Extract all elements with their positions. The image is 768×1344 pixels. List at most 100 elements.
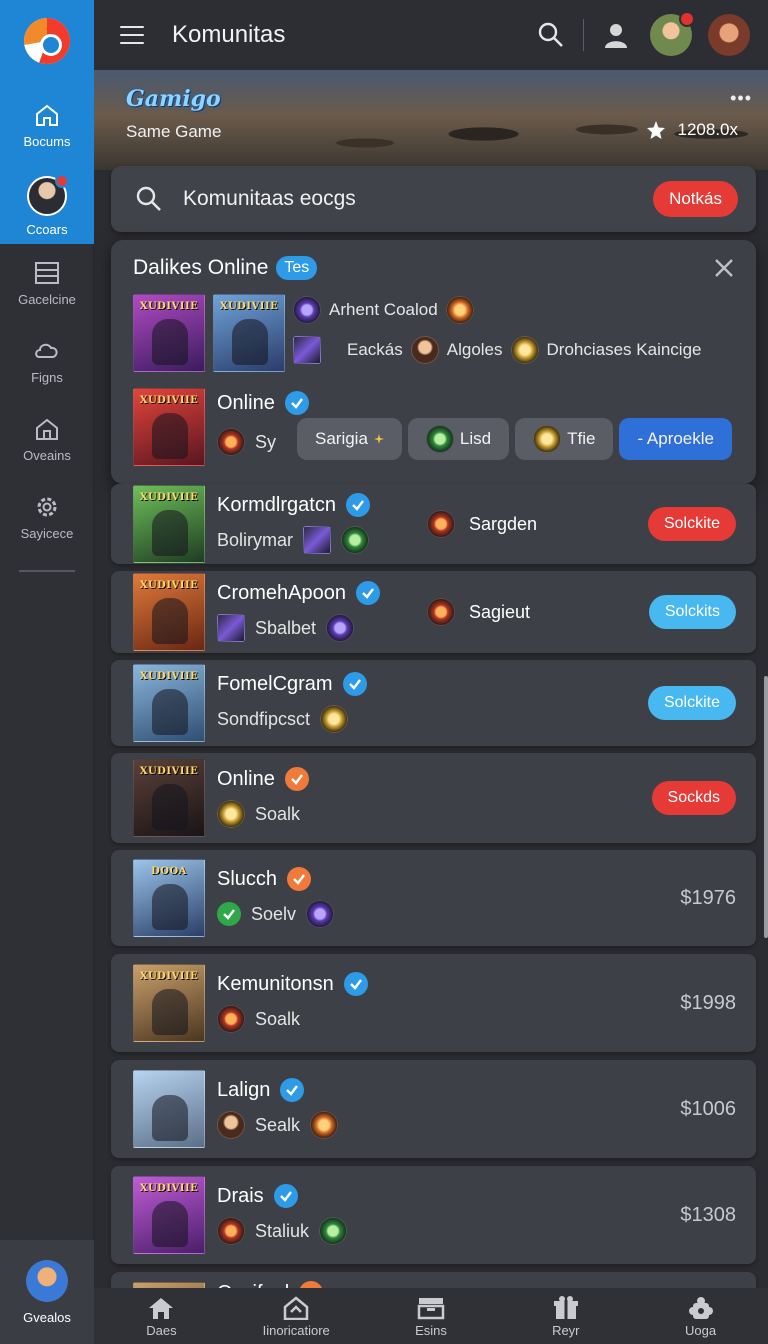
sidebar-item-oveains[interactable]: Oveains [0,400,94,478]
search-input[interactable]: Komunitaas eocgs [183,187,356,211]
sidebar-item-gacelcine[interactable]: Gacelcine [0,244,94,322]
list-item-price: $1976 [680,886,736,909]
game-icon [293,336,321,364]
game-icon [306,900,335,928]
nav-games[interactable]: Uoga [633,1288,768,1344]
nav-gifts[interactable]: Reyr [498,1288,633,1344]
popup-thumbnails: XUDIVIIE XUDIVIIE [133,294,285,372]
game-banner[interactable]: Gamigo Same Game ••• 1208.0x [94,70,768,170]
close-icon[interactable] [714,258,734,278]
sidebar-item-settings[interactable]: Sayicece [0,478,94,556]
avatar[interactable] [650,11,695,56]
menu-icon[interactable] [120,26,144,44]
list-item-name-row: Drais [217,1181,347,1211]
chip-icon [533,425,562,453]
popup-featured: XUDIVIIE Online Sy [133,388,309,466]
game-icon [217,1111,245,1139]
list-item[interactable]: XUDIVIIE Drais Staliuk $1308 [111,1166,756,1264]
search-button[interactable] [531,15,571,55]
search-icon [538,22,563,47]
chip-sarigia[interactable]: Sarigia [297,418,402,460]
nav-inbox[interactable]: Esins [364,1288,499,1344]
list-item-action-button[interactable]: Solckite [647,686,736,720]
list-item-sub-row: Staliuk [217,1213,348,1249]
list-item-name-row: Slucch [217,864,334,894]
featured-name: Online [217,391,275,414]
chip-label: Tfie [567,429,596,448]
featured-title: Online [217,388,309,418]
list-item[interactable]: Lalign Sealk $1006 [111,1060,756,1158]
sidebar-item-profile[interactable]: Ccoars [0,168,94,244]
chip-tfie[interactable]: Tfie [515,418,614,460]
game-thumbnail[interactable]: XUDIVIIE [133,294,205,372]
game-icon [410,336,439,364]
verified-icon [284,767,309,791]
list-item-name: Kemunitonsn [217,972,334,995]
game-icon [310,1111,339,1139]
verified-icon [343,972,368,996]
sidebar-account-label: Gvealos [23,1309,71,1325]
star-icon [646,121,665,139]
chip-icon [425,425,454,453]
sidebar-item-label: Oveains [23,447,71,463]
list-item-player-name: Sargden [469,513,538,534]
list-item[interactable]: XUDIVIIE CromehApoon Sbalbet Sagieut Sol… [111,571,756,653]
page-title: Komunitas [172,21,286,48]
verified-icon [287,867,312,891]
list-item-sub-row: Sealk [217,1107,339,1143]
avatar[interactable] [708,14,750,56]
list-item-price: $1308 [680,1203,736,1226]
game-thumbnail[interactable]: XUDIVIIE [213,294,285,372]
list-item[interactable]: XUDIVIIE Online Soalk Sockds [111,753,756,843]
nav-notifications[interactable]: Iinoricatiore [229,1288,364,1344]
list-item-action-button[interactable]: Solckits [648,595,736,629]
add-friend-button[interactable] [596,15,636,55]
popup-title: Dalikes Online Tes [133,256,318,280]
list-item-sub: Soalk [255,1008,301,1029]
nav-label: Iinoricatiore [262,1322,330,1338]
verified-icon [280,1078,305,1102]
search-bar[interactable]: Komunitaas eocgs Notkás [111,166,756,232]
list-item-action-button[interactable]: Sockds [651,781,736,815]
list-icon [33,260,61,286]
list-item[interactable]: DOOA Slucch Soelv $1976 [111,850,756,946]
nav-label: Daes [146,1322,177,1338]
verified-icon [284,391,309,415]
list-item[interactable]: XUDIVIIE Kemunitonsn Soalk $1998 [111,954,756,1052]
nav-home[interactable]: Daes [94,1288,229,1344]
chip-label: - Aproekle [637,429,714,448]
toolbar-divider [583,19,584,51]
sidebar-item-figns[interactable]: Figns [0,322,94,400]
app-logo[interactable] [0,0,94,82]
list-item[interactable]: XUDIVIIE Kormdlrgatcn Bolirymar Sargden … [111,484,756,564]
popup-chips: Sarigia Lisd Tfie - Aproekle [297,418,732,460]
game-icon [217,614,245,642]
more-options-icon[interactable]: ••• [730,88,752,109]
chip-lisd[interactable]: Lisd [407,418,510,460]
list-item[interactable]: XUDIVIIE FomelCgram Sondfipcsct Solckite [111,660,756,746]
top-actions [531,11,750,56]
meta-text: Arhent Coalod [329,300,438,319]
notification-badge [679,11,695,27]
list-item-info: Drais Staliuk [217,1181,348,1249]
sidebar-account[interactable]: Gvealos [0,1240,94,1344]
game-thumbnail: XUDIVIIE [133,573,205,651]
sidebar-item-home[interactable]: Bocums [0,82,94,168]
nav-label: Esins [415,1322,447,1338]
top-bar: Komunitas [94,0,768,70]
game-thumbnail[interactable]: XUDIVIIE [133,388,205,466]
status-badge: Tes [276,256,318,280]
approve-button[interactable]: - Aproekle [619,418,732,460]
list-item-price: $1998 [680,991,736,1014]
notification-button[interactable]: Notkás [653,181,738,217]
list-item-sub-row: Sbalbet [217,610,380,646]
list-item-name-row: Kormdlrgatcn [217,490,370,520]
gear-icon [33,494,61,520]
user-icon [605,24,627,48]
popup-meta: Arhent Coalod Eackás Algoles Drohciases … [293,296,743,364]
sidebar-divider [18,570,75,572]
meta-line: Arhent Coalod [293,296,743,324]
verified-icon [355,581,380,605]
scrollbar[interactable] [764,676,768,938]
list-item-action-button[interactable]: Solckite [647,507,736,541]
